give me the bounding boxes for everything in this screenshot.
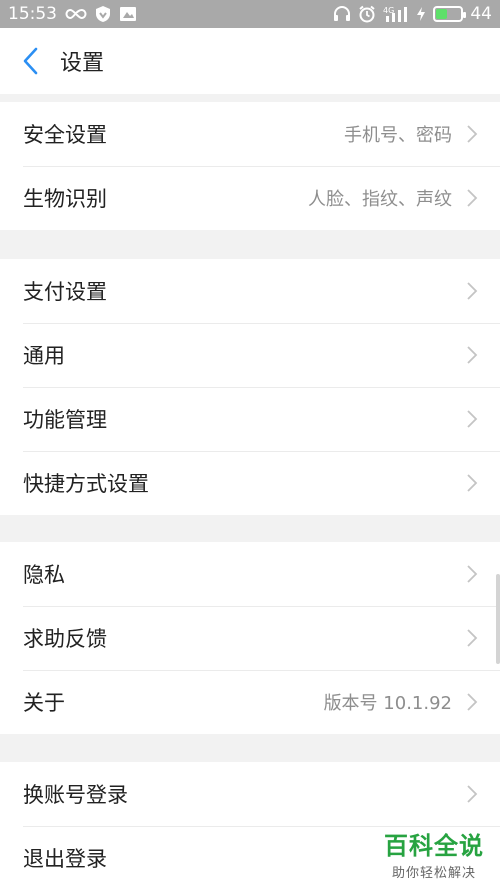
battery-level: 44 — [470, 4, 492, 24]
chevron-right-icon — [466, 188, 478, 208]
menu-item-label: 求助反馈 — [23, 627, 107, 651]
chevron-right-icon — [466, 281, 478, 301]
menu-item-security-settings[interactable]: 安全设置 手机号、密码 — [0, 102, 500, 166]
infinity-icon — [65, 8, 87, 20]
alarm-icon — [358, 5, 376, 23]
charging-icon — [416, 6, 426, 22]
menu-item-label: 关于 — [23, 691, 65, 715]
watermark-subtitle: 助你轻松解决 — [391, 866, 476, 881]
menu-item-payment-settings[interactable]: 支付设置 — [0, 259, 500, 323]
page-title: 设置 — [60, 51, 105, 76]
chevron-right-icon — [466, 692, 478, 712]
chevron-right-icon — [466, 473, 478, 493]
chevron-right-icon — [466, 124, 478, 144]
menu-item-value: 版本号 10.1.92 — [323, 693, 452, 714]
chevron-right-icon — [466, 564, 478, 584]
chevron-right-icon — [466, 784, 478, 804]
chevron-right-icon — [466, 345, 478, 365]
watermark: 百科全说 助你轻松解决 — [384, 826, 484, 881]
menu-item-shortcut-settings[interactable]: 快捷方式设置 — [0, 451, 500, 515]
menu-item-switch-account[interactable]: 换账号登录 — [0, 762, 500, 826]
menu-item-help-feedback[interactable]: 求助反馈 — [0, 606, 500, 670]
status-time: 15:53 — [8, 4, 57, 24]
shield-icon — [95, 5, 111, 23]
menu-item-value: 手机号、密码 — [344, 125, 452, 146]
watermark-title: 百科全说 — [384, 832, 484, 860]
chevron-right-icon — [466, 409, 478, 429]
menu-item-label: 换账号登录 — [23, 783, 128, 807]
headphones-icon — [333, 5, 351, 23]
menu-item-label: 安全设置 — [23, 123, 107, 147]
chevron-left-icon — [23, 47, 38, 75]
menu-item-feature-management[interactable]: 功能管理 — [0, 387, 500, 451]
menu-item-label: 快捷方式设置 — [23, 472, 149, 496]
header: 设置 — [0, 28, 500, 94]
signal-icon: 4G — [383, 5, 409, 23]
settings-group-about: 隐私 求助反馈 关于 版本号 10.1.92 — [0, 542, 500, 734]
menu-item-label: 通用 — [23, 344, 65, 368]
menu-item-value: 人脸、指纹、声纹 — [308, 189, 452, 210]
settings-group-account: 安全设置 手机号、密码 生物识别 人脸、指纹、声纹 — [0, 102, 500, 230]
status-bar: 15:53 4G 44 — [0, 0, 500, 28]
scrollbar[interactable] — [496, 574, 500, 664]
menu-item-about[interactable]: 关于 版本号 10.1.92 — [0, 670, 500, 734]
menu-item-label: 隐私 — [23, 563, 65, 587]
battery-icon — [433, 6, 467, 22]
settings-group-general: 支付设置 通用 功能管理 快捷方式设置 — [0, 259, 500, 515]
menu-item-general[interactable]: 通用 — [0, 323, 500, 387]
menu-item-label: 支付设置 — [23, 280, 107, 304]
back-button[interactable] — [0, 28, 60, 94]
menu-item-biometrics[interactable]: 生物识别 人脸、指纹、声纹 — [0, 166, 500, 230]
menu-item-privacy[interactable]: 隐私 — [0, 542, 500, 606]
menu-item-label: 功能管理 — [23, 408, 107, 432]
chevron-right-icon — [466, 628, 478, 648]
menu-item-label: 生物识别 — [23, 187, 107, 211]
image-icon — [119, 6, 137, 22]
